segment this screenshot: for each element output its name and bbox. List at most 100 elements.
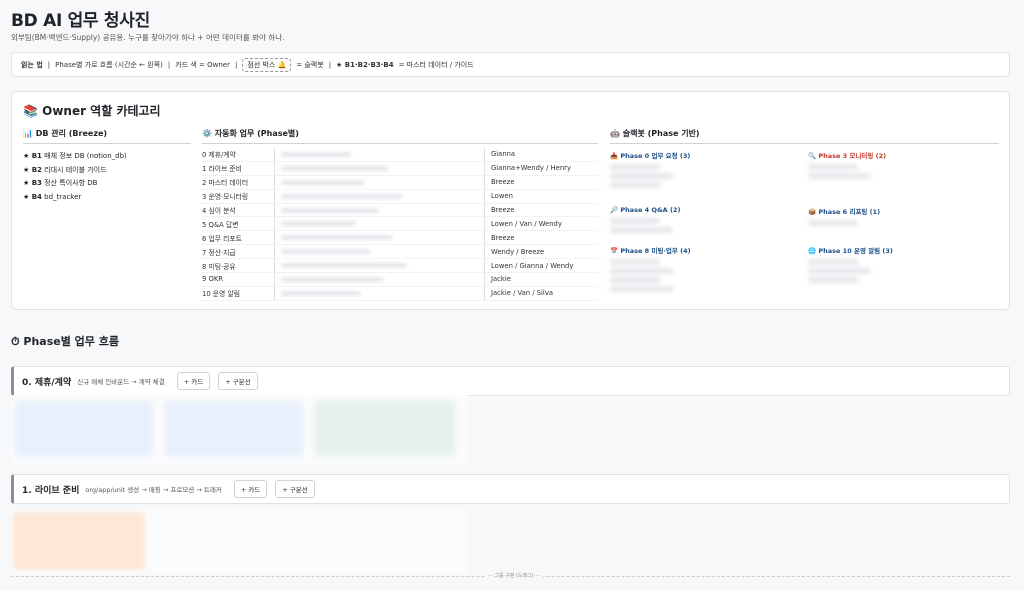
- phase-card[interactable]: [315, 401, 455, 457]
- auto-row: 10 운영 알림 Jackie / Van / Silva: [202, 286, 598, 301]
- auto-table: 0 제휴/계약 Gianna 1 라이브 준비 Gianna+Wendy / Henr…: [202, 148, 598, 301]
- legend-read-label: 읽는 법: [21, 60, 43, 69]
- auto-row-phase: 0 제휴/계약: [202, 151, 236, 160]
- group-separator-label: ··· 그룹 구분 (드래그) ···: [485, 572, 543, 579]
- auto-row-phase: 5 Q&A 답변: [202, 220, 239, 229]
- auto-row: 8 미팅·공유 Lowen / Gianna / Wendy: [202, 259, 598, 274]
- auto-row-desc: [274, 203, 484, 217]
- auto-row: 9 OKR Jackie: [202, 273, 598, 287]
- phase-name: 1. 라이브 준비: [22, 485, 80, 496]
- auto-row-desc: [274, 259, 484, 273]
- db-column-head: 📊 DB 관리 (Breeze): [23, 128, 191, 144]
- slackbot-phase-label: 🌐 Phase 10 운영 알림 (3): [808, 247, 893, 255]
- auto-row: 5 Q&A 답변 Lowen / Van / Wendy: [202, 217, 598, 232]
- auto-row-phase: 10 운영 알림: [202, 290, 240, 299]
- auto-row-owner: Wendy / Breeze: [484, 245, 598, 259]
- flow-title: ⏱ Phase별 업무 흐름: [11, 335, 119, 348]
- auto-column-head: ⚙️ 자동화 업무 (Phase별): [202, 128, 598, 144]
- slackbot-phase-item: 📥 Phase 0 업무 요청 (3): [610, 150, 760, 188]
- auto-row-owner: Gianna: [484, 148, 598, 161]
- auto-row-phase: 7 정산·지급: [202, 248, 236, 257]
- legend-master: ★ B1·B2·B3·B4: [336, 60, 394, 69]
- auto-row-desc: [274, 231, 484, 245]
- db-item: ★ B3 정산 특이사항 DB: [23, 179, 98, 187]
- auto-row-phase: 6 업무 리포트: [202, 234, 242, 243]
- auto-row-owner: Breeze: [484, 175, 598, 189]
- auto-row: 7 정산·지급 Wendy / Breeze: [202, 245, 598, 260]
- slackbot-phase-item: 📦 Phase 6 리포팅 (1): [808, 206, 958, 226]
- phase-card[interactable]: [15, 401, 153, 457]
- phase-desc: 신규 매체 인바운드 → 계약 체결: [77, 378, 165, 386]
- slackbot-phase-label: 📥 Phase 0 업무 요청 (3): [610, 152, 691, 160]
- legend-sep: |: [167, 60, 171, 69]
- auto-row-phase: 2 마스터 데이터: [202, 179, 249, 188]
- slackbot-phase-item: 🔍 Phase 3 모니터링 (2): [808, 150, 958, 179]
- db-item: ★ B1 매체 정보 DB (notion_db): [23, 152, 127, 160]
- auto-row-phase: 1 라이브 준비: [202, 165, 242, 174]
- phase-desc: org/app/unit 생성 → 매핑 → 프로모션 → 트래커: [85, 486, 222, 494]
- phase-name: 0. 제휴/계약: [22, 377, 72, 388]
- add-card-button[interactable]: + 카드: [233, 480, 268, 498]
- auto-row-owner: Jackie / Van / Silva: [484, 286, 598, 300]
- legend-sep: |: [328, 60, 332, 69]
- slackbot-phase-label: 🔍 Phase 3 모니터링 (2): [808, 152, 887, 160]
- slackbot-phase-item: 🌐 Phase 10 운영 알림 (3): [808, 245, 958, 283]
- auto-row-desc: [274, 245, 484, 259]
- legend-sep: |: [47, 60, 51, 69]
- auto-row-desc: [274, 273, 484, 286]
- page-title: BD AI 업무 청사진: [11, 11, 150, 31]
- auto-row-desc: [274, 189, 484, 203]
- db-item: ★ B4 bd_tracker: [23, 192, 82, 201]
- auto-row-desc: [274, 217, 484, 231]
- auto-row-phase: 3 운영·모니터링: [202, 193, 249, 202]
- auto-row-desc: [274, 148, 484, 161]
- owner-panel-title: 📚 Owner 역할 카테고리: [23, 104, 161, 118]
- slackbot-phase-label: 📦 Phase 6 리포팅 (1): [808, 208, 881, 216]
- db-item: ★ B2 리대시 테이블 가이드: [23, 165, 107, 174]
- legend-flow: Phase별 가로 흐름 (시간순 ← 왼쪽): [55, 60, 163, 69]
- phase-card[interactable]: [165, 401, 303, 457]
- auto-row-desc: [274, 161, 484, 175]
- slack-column-head: 🤖 슬랙봇 (Phase 기반): [610, 128, 999, 144]
- owner-category-panel: 📚 Owner 역할 카테고리 📊 DB 관리 (Breeze) ★ B1 매체…: [11, 91, 1010, 310]
- add-separator-button[interactable]: + 구분선: [218, 372, 258, 390]
- auto-row: 0 제휴/계약 Gianna: [202, 148, 598, 162]
- auto-row-phase: 4 심이 분석: [202, 207, 236, 215]
- auto-row-owner: Lowen / Gianna / Wendy: [484, 259, 598, 273]
- auto-row-owner: Breeze: [484, 231, 598, 245]
- legend-sep: |: [234, 60, 238, 69]
- phase-header-1: 1. 라이브 준비 org/app/unit 생성 → 매핑 → 프로모션 → …: [11, 474, 1010, 504]
- slackbot-phase-item: 📅 Phase 8 미팅·업무 (4): [610, 245, 760, 292]
- phase-1-cards: [11, 508, 469, 574]
- auto-row: 2 마스터 데이터 Breeze: [202, 175, 598, 190]
- auto-row-desc: [274, 175, 484, 189]
- slackbot-phase-item: 🔎 Phase 4 Q&A (2): [610, 206, 760, 233]
- auto-row-owner: Jackie: [484, 273, 598, 286]
- slackbot-phase-label: 📅 Phase 8 미팅·업무 (4): [610, 247, 691, 255]
- slackbot-phase-label: 🔎 Phase 4 Q&A (2): [610, 206, 681, 214]
- phase-header-0: 0. 제휴/계약 신규 매체 인바운드 → 계약 체결 + 카드 + 구분선: [11, 366, 1010, 396]
- auto-row: 1 라이브 준비 Gianna+Wendy / Henry: [202, 161, 598, 176]
- phase-0-cards: [11, 395, 469, 465]
- phase-card[interactable]: [13, 512, 145, 570]
- legend-bar: 읽는 법 | Phase별 가로 흐름 (시간순 ← 왼쪽) | 카드 색 = …: [11, 52, 1010, 77]
- legend-dashed-meaning: = 슬랙봇: [296, 60, 324, 69]
- legend-dashed-box: 점선 박스 🔔: [242, 57, 292, 72]
- legend-master-meaning: = 마스터 데이터 / 가이드: [398, 60, 474, 69]
- auto-row-owner: Lowen: [484, 189, 598, 203]
- page: BD AI 업무 청사진 외부팀(BM·백엔드·Supply) 공유용. 누구를…: [0, 0, 1024, 590]
- auto-row: 3 운영·모니터링 Lowen: [202, 189, 598, 204]
- auto-row-owner: Lowen / Van / Wendy: [484, 217, 598, 231]
- auto-row-phase: 8 미팅·공유: [202, 262, 236, 271]
- add-separator-button[interactable]: + 구분선: [275, 480, 315, 498]
- auto-row-owner: Gianna+Wendy / Henry: [484, 161, 598, 175]
- auto-row-owner: Breeze: [484, 203, 598, 217]
- page-subtitle: 외부팀(BM·백엔드·Supply) 공유용. 누구를 찾아가야 하나 + 어떤…: [11, 33, 285, 42]
- add-card-button[interactable]: + 카드: [176, 372, 211, 390]
- db-list: ★ B1 매체 정보 DB (notion_db) ★ B2 리대시 테이블 가…: [23, 150, 127, 204]
- auto-row-desc: [274, 286, 484, 300]
- auto-row: 6 업무 리포트 Breeze: [202, 231, 598, 246]
- auto-row-phase: 9 OKR: [202, 275, 224, 284]
- legend-card-color: 카드 색 = Owner: [175, 60, 230, 69]
- auto-row: 4 심이 분석 Breeze: [202, 203, 598, 218]
